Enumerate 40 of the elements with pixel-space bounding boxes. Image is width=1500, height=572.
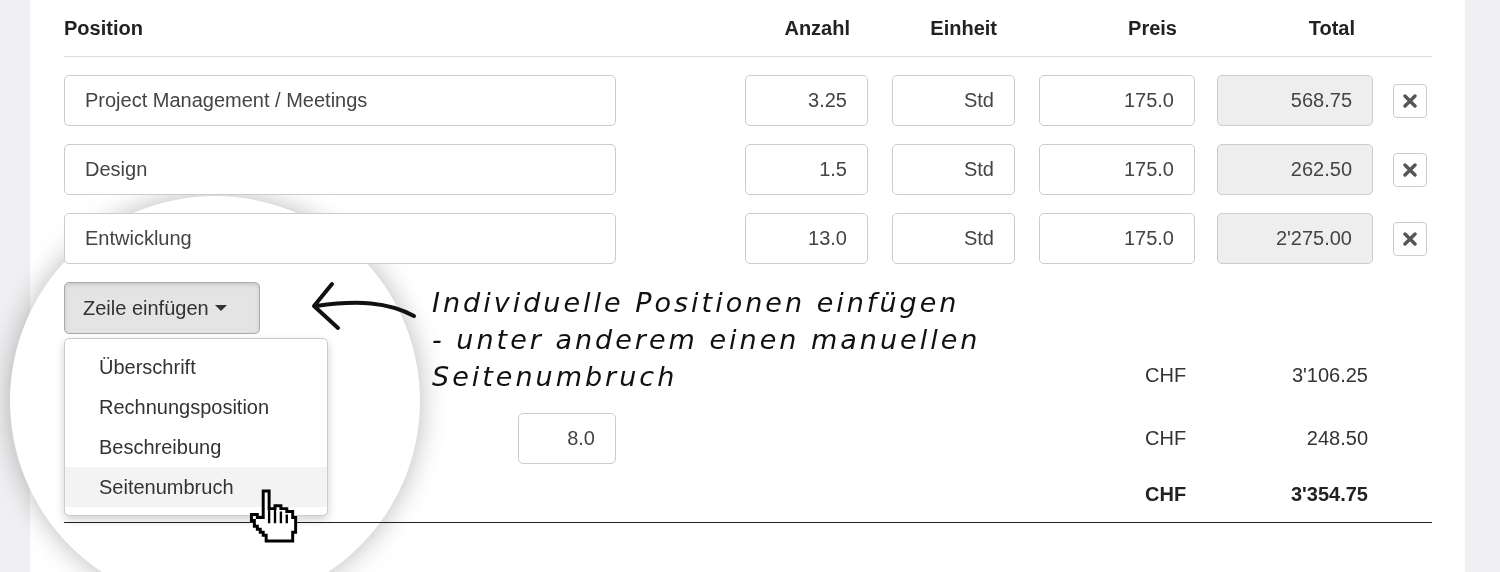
quantity-field[interactable]: 3.25 [745, 75, 868, 126]
menu-item[interactable]: Rechnungsposition [65, 387, 327, 427]
position-field[interactable]: Entwicklung [64, 213, 616, 264]
total-field[interactable]: 2'275.00 [1217, 213, 1373, 264]
position-field[interactable]: Project Management / Meetings [64, 75, 616, 126]
total-field[interactable]: 262.50 [1217, 144, 1373, 195]
currency-label: CHF [1145, 482, 1188, 507]
position-field[interactable]: Design [64, 144, 616, 195]
remove-button[interactable] [1393, 83, 1427, 118]
currency-label: CHF [1145, 426, 1188, 451]
close-icon [1403, 93, 1417, 108]
column-header: Anzahl [783, 16, 851, 40]
menu-item[interactable]: Seitenumbruch [65, 467, 327, 507]
unit-field[interactable]: Std [892, 144, 1015, 195]
rate-field[interactable]: 8.0 [518, 412, 616, 464]
annotation-text: Individuelle Positionen einfügen - unter anderem einen manuellen Seitenumbruch [432, 286, 981, 394]
unit-field[interactable]: Std [892, 213, 1015, 264]
menu-item[interactable]: Beschreibung [65, 427, 327, 467]
currency-label: CHF [1145, 363, 1188, 388]
quantity-field[interactable]: 1.5 [745, 144, 868, 195]
column-header: Position [64, 16, 144, 40]
price-field[interactable]: 175.0 [1039, 144, 1195, 195]
amount-value: 3'106.25 [1290, 363, 1368, 388]
quantity-field[interactable]: 13.0 [745, 213, 868, 264]
remove-button[interactable] [1393, 221, 1427, 256]
amount-value: 3'354.75 [1289, 482, 1368, 507]
column-header: Total [1307, 16, 1356, 40]
caret-icon [214, 305, 227, 311]
amount-value: 248.50 [1305, 426, 1368, 451]
close-icon [1403, 162, 1417, 177]
menu-item[interactable]: Überschrift [65, 347, 327, 387]
close-icon [1403, 231, 1417, 246]
column-header: Einheit [929, 16, 998, 40]
total-field[interactable]: 568.75 [1217, 75, 1373, 126]
remove-button[interactable] [1393, 152, 1427, 187]
unit-field[interactable]: Std [892, 75, 1015, 126]
insert-row-button[interactable]: Zeile einfügen [64, 282, 260, 334]
column-header: Preis [1127, 16, 1178, 40]
price-field[interactable]: 175.0 [1039, 213, 1195, 264]
price-field[interactable]: 175.0 [1039, 75, 1195, 126]
